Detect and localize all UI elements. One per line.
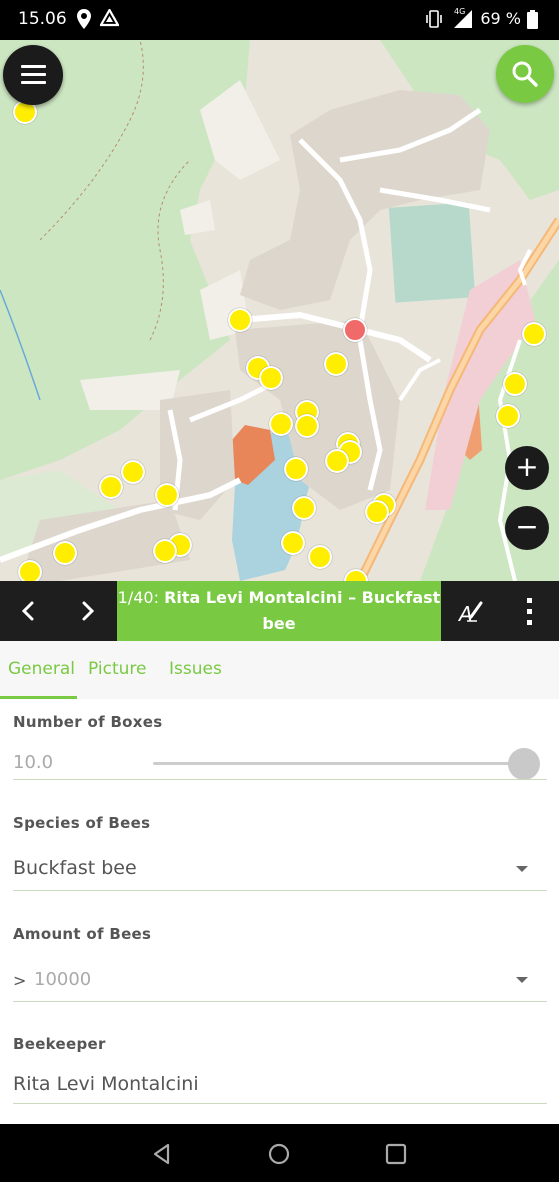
field-underline bbox=[13, 1103, 547, 1104]
hamburger-icon-bar bbox=[21, 81, 46, 84]
map-marker[interactable] bbox=[259, 366, 283, 390]
map-marker[interactable] bbox=[295, 414, 319, 438]
search-icon bbox=[512, 61, 538, 87]
map-marker[interactable] bbox=[365, 500, 389, 524]
map-marker[interactable] bbox=[155, 483, 179, 507]
dropdown-arrow-icon[interactable] bbox=[516, 866, 528, 872]
battery-icon bbox=[527, 10, 538, 29]
amount-prefix: > bbox=[13, 971, 27, 990]
recents-icon[interactable] bbox=[384, 1142, 408, 1166]
map-marker[interactable] bbox=[292, 496, 316, 520]
amount-select[interactable]: 10000 bbox=[34, 969, 91, 990]
home-icon[interactable] bbox=[267, 1142, 291, 1166]
edit-geometry-icon[interactable]: A bbox=[441, 581, 499, 641]
svg-text:A: A bbox=[457, 602, 473, 626]
field-underline bbox=[13, 779, 547, 780]
tab-bar: General Picture Issues bbox=[0, 641, 559, 699]
feature-name: Rita Levi Montalcini – Buckfast bee bbox=[164, 588, 441, 633]
status-time: 15.06 bbox=[18, 9, 67, 29]
map-marker[interactable] bbox=[121, 460, 145, 484]
map-marker[interactable] bbox=[324, 352, 348, 376]
chevron-left-icon[interactable] bbox=[0, 581, 58, 641]
more-vert-icon[interactable] bbox=[501, 581, 559, 641]
map-marker[interactable] bbox=[496, 404, 520, 428]
boxes-slider-thumb[interactable] bbox=[508, 748, 540, 780]
map-marker[interactable] bbox=[153, 539, 177, 563]
hamburger-icon-bar bbox=[21, 73, 46, 76]
zoom-in-button[interactable]: + bbox=[505, 446, 549, 490]
tab-general[interactable]: General bbox=[8, 659, 75, 679]
species-select[interactable]: Buckfast bee bbox=[13, 857, 137, 879]
beekeeper-input[interactable]: Rita Levi Montalcini bbox=[13, 1073, 199, 1095]
battery-percent: 69 % bbox=[480, 9, 521, 28]
map-marker[interactable] bbox=[99, 475, 123, 499]
back-icon[interactable] bbox=[150, 1142, 174, 1166]
map-marker[interactable] bbox=[325, 449, 349, 473]
amount-label: Amount of Bees bbox=[13, 925, 152, 943]
map-marker[interactable] bbox=[18, 560, 42, 581]
field-underline bbox=[13, 1001, 547, 1002]
tab-issues[interactable]: Issues bbox=[169, 659, 222, 679]
species-label: Species of Bees bbox=[13, 814, 151, 832]
beekeeper-label: Beekeeper bbox=[13, 1035, 106, 1053]
map-canvas bbox=[0, 40, 559, 581]
active-tab-indicator bbox=[0, 696, 77, 699]
tab-picture[interactable]: Picture bbox=[88, 659, 146, 679]
zoom-out-button[interactable]: − bbox=[505, 506, 549, 550]
map-marker[interactable] bbox=[269, 412, 293, 436]
system-nav-bar bbox=[0, 1124, 559, 1182]
map-marker-selected[interactable] bbox=[343, 318, 367, 342]
map-marker[interactable] bbox=[522, 322, 546, 346]
boxes-value: 10.0 bbox=[13, 752, 54, 773]
menu-button[interactable] bbox=[3, 45, 63, 105]
boxes-slider-track[interactable] bbox=[153, 762, 523, 765]
dropdown-arrow-icon[interactable] bbox=[516, 977, 528, 983]
feature-title: 1/40: Rita Levi Montalcini – Buckfast be… bbox=[117, 581, 441, 641]
map-marker[interactable] bbox=[503, 372, 527, 396]
map-marker[interactable] bbox=[281, 531, 305, 555]
drive-icon bbox=[100, 9, 119, 27]
field-underline bbox=[13, 890, 547, 891]
search-button[interactable] bbox=[496, 45, 554, 103]
map-view[interactable]: + − bbox=[0, 40, 559, 581]
feature-form: General Picture Issues Number of Boxes 1… bbox=[0, 641, 559, 1124]
boxes-label: Number of Boxes bbox=[13, 713, 163, 731]
map-marker[interactable] bbox=[53, 541, 77, 565]
status-bar: 15.06 4G 69 % bbox=[0, 0, 559, 40]
map-marker[interactable] bbox=[284, 457, 308, 481]
feature-counter: 1/40: bbox=[117, 588, 159, 607]
vibrate-icon bbox=[426, 10, 442, 28]
chevron-right-icon[interactable] bbox=[58, 581, 116, 641]
map-marker[interactable] bbox=[228, 308, 252, 332]
feature-toolbar: 1/40: Rita Levi Montalcini – Buckfast be… bbox=[0, 581, 559, 641]
signal-icon bbox=[454, 10, 472, 28]
location-icon bbox=[77, 9, 91, 29]
map-marker[interactable] bbox=[308, 545, 332, 569]
hamburger-icon bbox=[21, 65, 46, 68]
